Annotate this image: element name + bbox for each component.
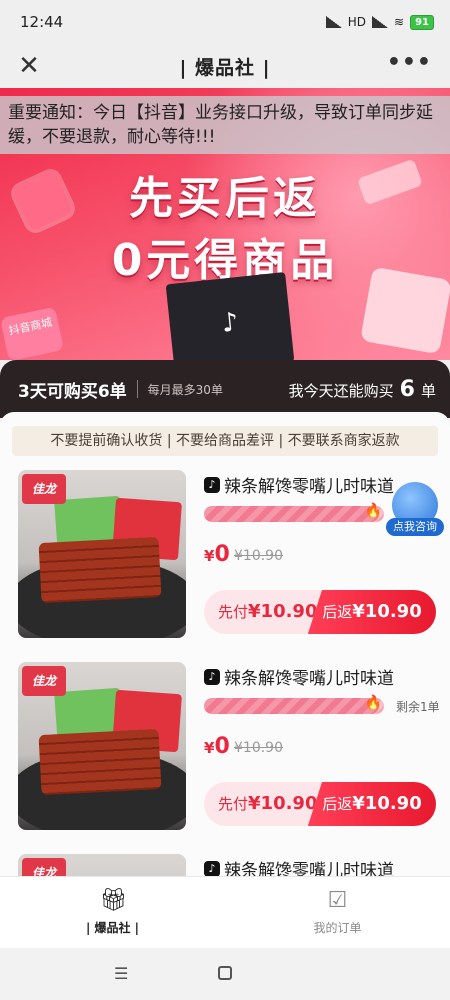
current-price: ¥0: [204, 734, 230, 759]
consult-label: 点我咨询: [386, 518, 444, 536]
product-image[interactable]: 佳龙: [18, 662, 186, 830]
signal-icon-2: [372, 16, 389, 28]
buy-button[interactable]: 先付¥10.90 后返¥10.90: [204, 590, 436, 634]
battery-icon: 91: [410, 14, 434, 30]
notice-banner: 重要通知：今日【抖音】业务接口升级，导致订单同步延缓，不要退款，耐心等待!!!: [0, 96, 450, 154]
product-title[interactable]: ♪ 辣条解馋零嘴儿时味道: [204, 472, 394, 497]
quota-today-count: 6: [399, 376, 415, 402]
tiktok-icon: ♪: [204, 476, 220, 493]
pay-back-amount: ¥10.90: [352, 601, 422, 622]
price-symbol: ¥: [204, 739, 215, 757]
pay-first-amount: ¥10.90: [248, 793, 318, 814]
snack-strips: [38, 728, 162, 796]
stock-progress: 🔥: [204, 503, 384, 522]
stock-progress: 🔥: [204, 695, 384, 714]
pay-back-label: 后返: [322, 603, 353, 621]
banner-headline: 先买后返: [129, 173, 321, 224]
price-symbol: ¥: [204, 547, 215, 565]
stock-remaining: 剩余1单: [396, 700, 440, 714]
status-time: 12:44: [20, 13, 64, 31]
quota-monthly-max: 每月最多30单: [147, 382, 223, 397]
banner-decoration-phone: [360, 266, 450, 355]
tiktok-icon: ♪: [220, 307, 240, 339]
menu-icon[interactable]: ☰: [114, 964, 128, 983]
tiktok-icon: ♪: [204, 860, 220, 877]
banner-tag: 抖音商城: [0, 306, 64, 360]
product-card[interactable]: 佳龙 ♪ 辣条解馋零嘴儿时味道 🔥 剩余1单 ¥0 ¥10.90 先付¥10.9…: [18, 662, 440, 832]
tiktok-icon: ♪: [204, 668, 220, 685]
quota-period: 3天可购买6单: [18, 381, 127, 402]
flame-icon: 🔥: [364, 503, 382, 519]
pay-first-amount: ¥10.90: [248, 601, 318, 622]
brand-logo: 佳龙: [22, 666, 66, 696]
price-value: 0: [214, 542, 230, 567]
brand-logo: 佳龙: [22, 474, 66, 504]
home-icon[interactable]: [218, 966, 232, 980]
product-title-text: 辣条解馋零嘴儿时味道: [224, 477, 394, 497]
product-image[interactable]: 佳龙: [18, 470, 186, 638]
product-list-panel: 不要提前确认收货 | 不要给商品差评 | 不要联系商家返款 佳龙 ♪ 辣条解馋零…: [0, 412, 450, 880]
tab-home-label: | 爆品社 |: [85, 921, 140, 935]
original-price: ¥10.90: [234, 548, 283, 564]
price-value: 0: [214, 734, 230, 759]
stock-progress-fill: [204, 698, 379, 714]
close-icon[interactable]: ✕: [14, 51, 44, 81]
buy-button[interactable]: 先付¥10.90 后返¥10.90: [204, 782, 436, 826]
quota-today: 我今天还能购买 6 单: [289, 377, 436, 402]
quota-today-unit: 单: [420, 381, 436, 400]
quota-divider: [136, 380, 138, 398]
consult-button[interactable]: 点我咨询: [386, 482, 444, 538]
pay-back-label: 后返: [322, 795, 353, 813]
gift-icon: 🎁︎: [99, 888, 128, 913]
pay-back-amount: ¥10.90: [352, 793, 422, 814]
tab-orders-label: 我的订单: [313, 921, 362, 935]
order-icon: ☑: [327, 888, 348, 913]
rules-notice: 不要提前确认收货 | 不要给商品差评 | 不要联系商家返款: [12, 426, 438, 456]
shopping-bag-image: ♪: [165, 271, 295, 360]
pay-back-segment: 后返¥10.90: [308, 782, 436, 826]
snack-strips: [38, 536, 162, 604]
bottom-tab-bar: 🎁︎ | 爆品社 | ☑ 我的订单: [0, 876, 450, 948]
network-type: HD: [347, 15, 367, 29]
tab-orders[interactable]: ☑ 我的订单: [225, 877, 450, 948]
nav-bar: ✕ | 爆品社 | •••: [0, 44, 450, 88]
pay-first-segment: 先付¥10.90: [204, 590, 322, 634]
signal-icon: [325, 16, 342, 28]
status-bar: 12:44 HD ≋ 91: [0, 0, 450, 44]
pay-back-segment: 后返¥10.90: [308, 590, 436, 634]
more-icon[interactable]: •••: [387, 50, 432, 75]
original-price: ¥10.90: [234, 740, 283, 756]
product-title[interactable]: ♪ 辣条解馋零嘴儿时味道: [204, 664, 394, 689]
product-card[interactable]: 佳龙 ♪ 辣条解馋零嘴儿时味道 🔥 ¥0 ¥10.90 先付¥10.90 后返¥…: [18, 470, 438, 640]
pay-first-segment: 先付¥10.90: [204, 782, 322, 826]
tab-home[interactable]: 🎁︎ | 爆品社 |: [0, 877, 225, 948]
quota-bar: 3天可购买6单 每月最多30单 我今天还能购买 6 单: [0, 360, 450, 418]
status-icons: HD ≋ 91: [325, 14, 434, 30]
wifi-icon: ≋: [394, 15, 405, 29]
system-nav-bar: ☰: [0, 948, 450, 1000]
flame-icon: 🔥: [364, 695, 382, 711]
page-title: | 爆品社 |: [179, 56, 271, 79]
quota-today-label: 我今天还能购买: [288, 381, 394, 400]
pay-first-label: 先付: [218, 603, 249, 621]
current-price: ¥0: [204, 542, 230, 567]
stock-progress-fill: [204, 506, 379, 522]
product-title-text: 辣条解馋零嘴儿时味道: [224, 669, 394, 689]
pay-first-label: 先付: [218, 795, 249, 813]
